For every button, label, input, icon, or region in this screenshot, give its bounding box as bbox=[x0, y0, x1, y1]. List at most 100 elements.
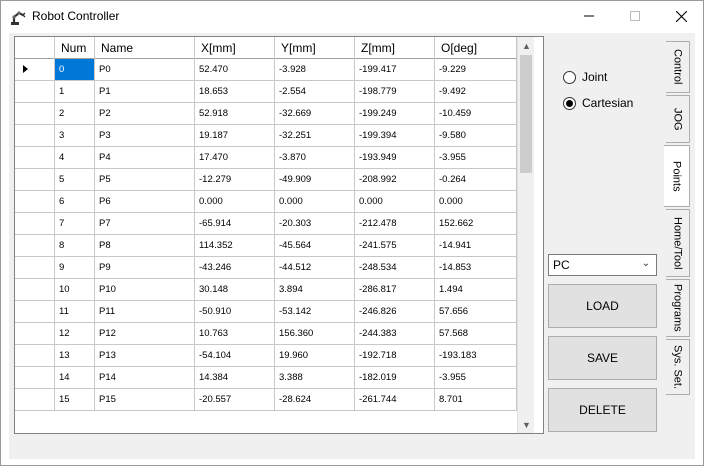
cell-y[interactable]: 0.000 bbox=[275, 191, 355, 212]
cell-num[interactable]: 15 bbox=[55, 389, 95, 410]
table-row[interactable]: 14 P14 14.384 3.388 -182.019 -3.955 bbox=[15, 367, 517, 389]
cell-y[interactable]: -3.928 bbox=[275, 59, 355, 80]
source-select[interactable]: PC ⌄ bbox=[548, 254, 657, 276]
cell-x[interactable]: 17.470 bbox=[195, 147, 275, 168]
cell-name[interactable]: P3 bbox=[95, 125, 195, 146]
table-row[interactable]: 15 P15 -20.557 -28.624 -261.744 8.701 bbox=[15, 389, 517, 411]
row-selector[interactable] bbox=[15, 279, 55, 300]
cell-name[interactable]: P2 bbox=[95, 103, 195, 124]
cell-y[interactable]: -20.303 bbox=[275, 213, 355, 234]
cell-x[interactable]: 52.470 bbox=[195, 59, 275, 80]
cell-o[interactable]: 152.662 bbox=[435, 213, 517, 234]
cell-o[interactable]: 57.568 bbox=[435, 323, 517, 344]
cell-z[interactable]: -261.744 bbox=[355, 389, 435, 410]
cell-num[interactable]: 0 bbox=[55, 59, 95, 80]
table-row[interactable]: 6 P6 0.000 0.000 0.000 0.000 bbox=[15, 191, 517, 213]
cell-o[interactable]: -0.264 bbox=[435, 169, 517, 190]
cell-name[interactable]: P14 bbox=[95, 367, 195, 388]
table-row[interactable]: 7 P7 -65.914 -20.303 -212.478 152.662 bbox=[15, 213, 517, 235]
cell-z[interactable]: -208.992 bbox=[355, 169, 435, 190]
cell-o[interactable]: 0.000 bbox=[435, 191, 517, 212]
cell-x[interactable]: 52.918 bbox=[195, 103, 275, 124]
cell-y[interactable]: -44.512 bbox=[275, 257, 355, 278]
cell-name[interactable]: P6 bbox=[95, 191, 195, 212]
header-z[interactable]: Z[mm] bbox=[355, 37, 435, 59]
vertical-scrollbar[interactable]: ▲ ▼ bbox=[517, 37, 534, 433]
row-selector[interactable] bbox=[15, 103, 55, 124]
cell-name[interactable]: P0 bbox=[95, 59, 195, 80]
radio-circle-cartesian[interactable] bbox=[563, 96, 576, 110]
minimize-button[interactable] bbox=[566, 1, 612, 31]
header-x[interactable]: X[mm] bbox=[195, 37, 275, 59]
cell-name[interactable]: P7 bbox=[95, 213, 195, 234]
load-button[interactable]: LOAD bbox=[548, 284, 657, 328]
cell-z[interactable]: -212.478 bbox=[355, 213, 435, 234]
cell-y[interactable]: -3.870 bbox=[275, 147, 355, 168]
delete-button[interactable]: DELETE bbox=[548, 388, 657, 432]
table-row[interactable]: 8 P8 114.352 -45.564 -241.575 -14.941 bbox=[15, 235, 517, 257]
row-selector[interactable] bbox=[15, 147, 55, 168]
cell-name[interactable]: P11 bbox=[95, 301, 195, 322]
row-selector[interactable] bbox=[15, 345, 55, 366]
cell-z[interactable]: -241.575 bbox=[355, 235, 435, 256]
cell-y[interactable]: -2.554 bbox=[275, 81, 355, 102]
cell-o[interactable]: -9.580 bbox=[435, 125, 517, 146]
cell-x[interactable]: 18.653 bbox=[195, 81, 275, 102]
cell-x[interactable]: 19.187 bbox=[195, 125, 275, 146]
cell-x[interactable]: -20.557 bbox=[195, 389, 275, 410]
cell-z[interactable]: -192.718 bbox=[355, 345, 435, 366]
cell-num[interactable]: 14 bbox=[55, 367, 95, 388]
tab-home-tool[interactable]: Home/Tool bbox=[666, 209, 690, 277]
table-row[interactable]: 10 P10 30.148 3.894 -286.817 1.494 bbox=[15, 279, 517, 301]
cell-num[interactable]: 13 bbox=[55, 345, 95, 366]
cell-o[interactable]: 57.656 bbox=[435, 301, 517, 322]
cell-x[interactable]: -54.104 bbox=[195, 345, 275, 366]
cell-o[interactable]: -193.183 bbox=[435, 345, 517, 366]
header-o[interactable]: O[deg] bbox=[435, 37, 517, 59]
cell-num[interactable]: 2 bbox=[55, 103, 95, 124]
tab-control[interactable]: Control bbox=[666, 41, 690, 93]
cell-o[interactable]: -3.955 bbox=[435, 147, 517, 168]
tab-points[interactable]: Points bbox=[664, 145, 690, 207]
row-selector[interactable] bbox=[15, 59, 55, 80]
cell-x[interactable]: 0.000 bbox=[195, 191, 275, 212]
table-row[interactable]: 0 P0 52.470 -3.928 -199.417 -9.229 bbox=[15, 59, 517, 81]
cell-num[interactable]: 10 bbox=[55, 279, 95, 300]
tab-jog[interactable]: JOG bbox=[666, 95, 690, 143]
cell-y[interactable]: -32.669 bbox=[275, 103, 355, 124]
cell-x[interactable]: 114.352 bbox=[195, 235, 275, 256]
cell-num[interactable]: 5 bbox=[55, 169, 95, 190]
save-button[interactable]: SAVE bbox=[548, 336, 657, 380]
cell-o[interactable]: -3.955 bbox=[435, 367, 517, 388]
cell-y[interactable]: 3.388 bbox=[275, 367, 355, 388]
cell-y[interactable]: -28.624 bbox=[275, 389, 355, 410]
cell-o[interactable]: -10.459 bbox=[435, 103, 517, 124]
scroll-up-icon[interactable]: ▲ bbox=[518, 37, 535, 54]
radio-circle-joint[interactable] bbox=[563, 70, 576, 84]
cell-name[interactable]: P1 bbox=[95, 81, 195, 102]
cell-z[interactable]: -198.779 bbox=[355, 81, 435, 102]
cell-y[interactable]: -49.909 bbox=[275, 169, 355, 190]
cell-o[interactable]: -9.492 bbox=[435, 81, 517, 102]
cell-o[interactable]: -14.941 bbox=[435, 235, 517, 256]
cell-o[interactable]: 8.701 bbox=[435, 389, 517, 410]
row-selector[interactable] bbox=[15, 367, 55, 388]
tab-programs[interactable]: Programs bbox=[666, 279, 690, 337]
cell-num[interactable]: 9 bbox=[55, 257, 95, 278]
cell-num[interactable]: 11 bbox=[55, 301, 95, 322]
header-name[interactable]: Name bbox=[95, 37, 195, 59]
cell-num[interactable]: 6 bbox=[55, 191, 95, 212]
cell-z[interactable]: 0.000 bbox=[355, 191, 435, 212]
cell-y[interactable]: 19.960 bbox=[275, 345, 355, 366]
row-selector[interactable] bbox=[15, 213, 55, 234]
table-row[interactable]: 1 P1 18.653 -2.554 -198.779 -9.492 bbox=[15, 81, 517, 103]
cell-y[interactable]: 156.360 bbox=[275, 323, 355, 344]
cell-z[interactable]: -199.394 bbox=[355, 125, 435, 146]
table-row[interactable]: 13 P13 -54.104 19.960 -192.718 -193.183 bbox=[15, 345, 517, 367]
joint-radio[interactable]: Joint bbox=[563, 70, 607, 84]
header-num[interactable]: Num bbox=[55, 37, 95, 59]
cell-z[interactable]: -193.949 bbox=[355, 147, 435, 168]
cell-y[interactable]: 3.894 bbox=[275, 279, 355, 300]
table-row[interactable]: 2 P2 52.918 -32.669 -199.249 -10.459 bbox=[15, 103, 517, 125]
cell-x[interactable]: -65.914 bbox=[195, 213, 275, 234]
